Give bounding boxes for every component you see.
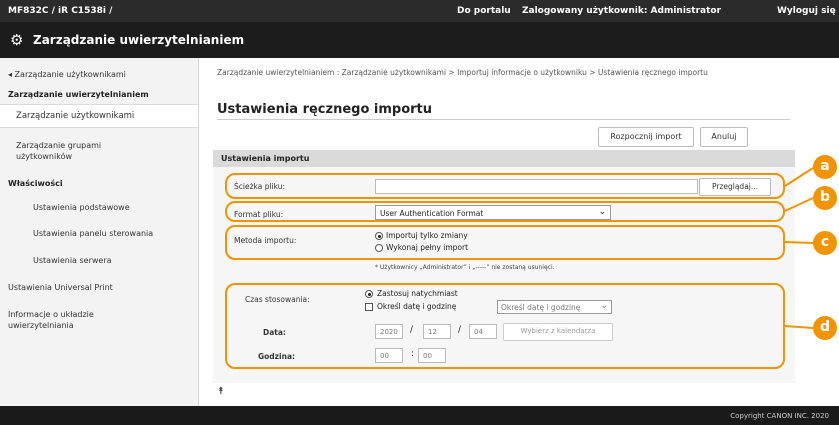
footer: Copyright CANON INC. 2020	[0, 406, 839, 425]
copyright-text: Copyright CANON INC. 2020	[730, 412, 829, 420]
scroll-top-icon[interactable]: ⯭	[218, 386, 224, 397]
callout-leader-lines	[784, 167, 814, 329]
